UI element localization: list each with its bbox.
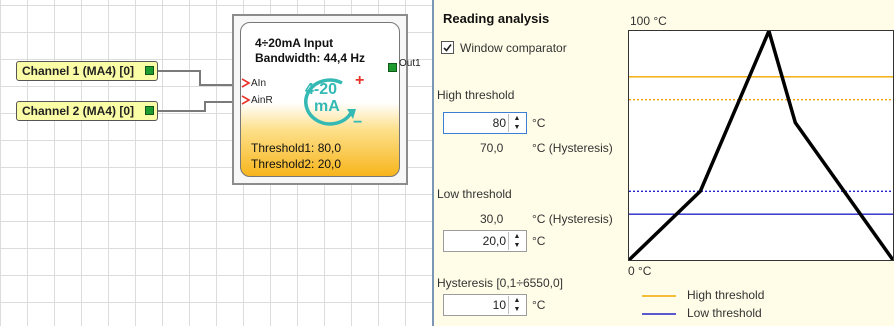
channel-1-input[interactable]: Channel 1 (MA4) [0]: [16, 61, 158, 81]
svg-text:−: −: [353, 114, 362, 131]
hysteresis-spinner[interactable]: 10 ▲ ▼: [443, 294, 527, 316]
analog-input-block-frame[interactable]: 4÷20mA Input Bandwidth: 44,4 Hz AIn AinR…: [232, 14, 408, 185]
channel-1-label: Channel 1 (MA4) [0]: [22, 64, 135, 78]
block-threshold1: Threshold1: 80,0: [251, 141, 342, 155]
high-threshold-unit: °C: [532, 116, 546, 130]
spin-down-icon[interactable]: ▼: [509, 241, 525, 250]
low-threshold-label: Low threshold: [437, 187, 512, 201]
spin-down-icon[interactable]: ▼: [509, 123, 525, 132]
icon-text-bottom: mA: [314, 98, 340, 115]
block-threshold2: Threshold2: 20,0: [251, 157, 342, 171]
panel-title: Reading analysis: [443, 11, 550, 26]
window-comparator-checkbox[interactable]: [441, 41, 454, 54]
high-threshold-label: High threshold: [437, 88, 515, 102]
high-hysteresis-label: °C (Hysteresis): [532, 141, 613, 155]
out1-label: Out1: [399, 58, 421, 69]
spin-up-icon[interactable]: ▲: [509, 232, 525, 241]
svg-text:+: +: [355, 72, 364, 89]
legend-low-label: Low threshold: [687, 306, 762, 320]
checkmark-icon: [443, 44, 452, 52]
out1-output-pin[interactable]: [388, 63, 397, 72]
high-threshold-spinner[interactable]: 80 ▲ ▼: [443, 112, 527, 134]
hysteresis-unit: °C: [532, 298, 546, 312]
threshold-chart-plot: [629, 31, 893, 260]
low-threshold-value[interactable]: 20,0: [483, 234, 506, 248]
channel-1-output-pin[interactable]: [145, 66, 154, 75]
high-threshold-value[interactable]: 80: [493, 116, 506, 130]
channel-2-input[interactable]: Channel 2 (MA4) [0]: [16, 101, 158, 121]
legend-high-swatch: [642, 295, 676, 297]
port-ain: AIn: [251, 78, 267, 89]
block-title: 4÷20mA Input: [255, 36, 334, 50]
channel-2-label: Channel 2 (MA4) [0]: [22, 104, 135, 118]
port-ainr: AinR: [251, 95, 273, 106]
spin-up-icon[interactable]: ▲: [509, 296, 525, 305]
hysteresis-value[interactable]: 10: [493, 298, 506, 312]
hysteresis-label: Hysteresis [0,1÷6550,0]: [437, 276, 563, 290]
input-port-arrow-icon: [241, 95, 251, 105]
window-comparator-label[interactable]: Window comparator: [460, 41, 567, 55]
spin-down-icon[interactable]: ▼: [509, 305, 525, 314]
logic-canvas[interactable]: Channel 1 (MA4) [0] Channel 2 (MA4) [0] …: [0, 0, 432, 326]
low-threshold-spinner[interactable]: 20,0 ▲ ▼: [443, 230, 527, 252]
channel-2-output-pin[interactable]: [145, 106, 154, 115]
threshold-chart: [628, 30, 894, 261]
block-bandwidth: Bandwidth: 44,4 Hz: [255, 51, 366, 65]
legend-high-label: High threshold: [687, 288, 765, 302]
high-hysteresis-value: 70,0: [480, 141, 504, 155]
low-hysteresis-label: °C (Hysteresis): [532, 212, 613, 226]
icon-text-top: 4-20: [305, 81, 338, 98]
legend-low-swatch: [642, 313, 676, 315]
spin-up-icon[interactable]: ▲: [509, 114, 525, 123]
input-port-arrow-icon: [241, 78, 251, 88]
low-threshold-unit: °C: [532, 234, 546, 248]
signal-line: [629, 31, 893, 260]
low-hysteresis-value: 30,0: [480, 212, 504, 226]
analog-input-block[interactable]: 4÷20mA Input Bandwidth: 44,4 Hz AIn AinR…: [240, 22, 400, 177]
chart-y-top-label: 100 °C: [630, 14, 667, 28]
chart-y-bottom-label: 0 °C: [628, 264, 652, 278]
